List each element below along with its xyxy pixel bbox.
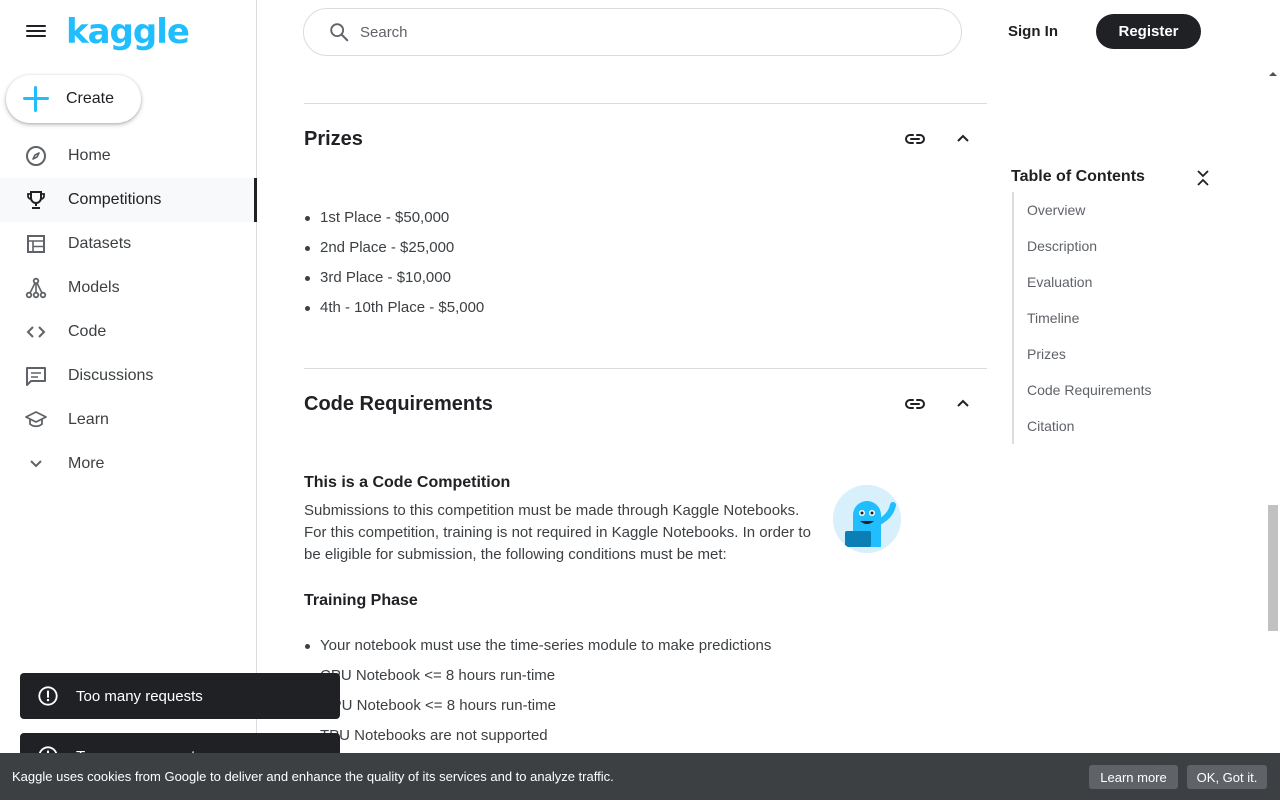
list-item: 1st Place - $50,000 [304, 203, 484, 233]
sidebar-item-more[interactable]: More [0, 442, 257, 486]
section-divider [304, 103, 987, 104]
list-item: Your notebook must use the time-series m… [304, 631, 771, 661]
toc-item-description[interactable]: Description [1014, 228, 1152, 264]
ok-got-it-button[interactable]: OK, Got it. [1187, 765, 1267, 789]
list-item: 3rd Place - $10,000 [304, 263, 484, 293]
list-item: GPU Notebook <= 8 hours run-time [304, 691, 771, 721]
sidebar-item-label: Discussions [68, 367, 154, 384]
training-requirements-list: Your notebook must use the time-series m… [304, 631, 771, 751]
chevron-up-icon[interactable] [951, 392, 975, 416]
sidebar-item-label: Datasets [68, 235, 132, 252]
search-icon [328, 21, 350, 43]
toc-item-prizes[interactable]: Prizes [1014, 336, 1152, 372]
code-requirements-section-title: Code Requirements [304, 393, 493, 415]
toc-item-code-requirements[interactable]: Code Requirements [1014, 372, 1152, 408]
sidebar-item-discussions[interactable]: Discussions [0, 354, 257, 398]
code-competition-heading: This is a Code Competition [304, 474, 511, 491]
cookie-banner: Kaggle uses cookies from Google to deliv… [0, 753, 1280, 800]
search-bar[interactable] [303, 8, 962, 56]
scroll-up-arrow-icon[interactable] [1268, 66, 1278, 76]
alert-icon [37, 685, 59, 707]
sidebar-item-code[interactable]: Code [0, 310, 257, 354]
sidebar-item-models[interactable]: Models [0, 266, 257, 310]
sidebar-item-datasets[interactable]: Datasets [0, 222, 257, 266]
list-item: 2nd Place - $25,000 [304, 233, 484, 263]
prizes-list: 1st Place - $50,000 2nd Place - $25,000 … [304, 203, 484, 323]
list-item: CPU Notebook <= 8 hours run-time [304, 661, 771, 691]
sidebar-item-label: Models [68, 279, 120, 296]
learn-more-button[interactable]: Learn more [1089, 765, 1178, 789]
error-toast: Too many requests [20, 673, 340, 719]
sidebar-item-label: Learn [68, 411, 109, 428]
create-button[interactable]: Create [6, 75, 141, 123]
plus-icon [22, 85, 50, 113]
search-input[interactable] [360, 23, 860, 41]
cookie-banner-text: Kaggle uses cookies from Google to deliv… [12, 769, 614, 784]
kaggle-logo[interactable]: kaggle [66, 12, 190, 52]
list-item: TPU Notebooks are not supported [304, 721, 771, 751]
create-button-label: Create [66, 90, 115, 107]
school-icon [24, 408, 48, 432]
sidebar-item-home[interactable]: Home [0, 134, 257, 178]
chevron-down-icon [24, 452, 48, 476]
collapse-icon[interactable] [1194, 168, 1212, 188]
discussion-icon [24, 364, 48, 388]
link-icon[interactable] [903, 392, 927, 416]
trophy-icon [24, 188, 48, 212]
toc-list: Overview Description Evaluation Timeline… [1012, 192, 1152, 444]
code-competition-paragraph: Submissions to this competition must be … [304, 502, 811, 563]
scrollbar-thumb[interactable] [1268, 505, 1278, 631]
sidebar-item-label: Code [68, 323, 107, 340]
section-divider [304, 368, 987, 369]
list-item: 4th - 10th Place - $5,000 [304, 293, 484, 323]
sidebar-item-label: More [68, 455, 105, 472]
code-icon [24, 320, 48, 344]
models-icon [24, 276, 48, 300]
toc-item-citation[interactable]: Citation [1014, 408, 1152, 444]
toc-item-evaluation[interactable]: Evaluation [1014, 264, 1152, 300]
table-icon [24, 232, 48, 256]
training-phase-heading: Training Phase [304, 592, 418, 609]
register-button[interactable]: Register [1096, 14, 1201, 49]
toast-text: Too many requests [76, 687, 203, 705]
sidebar-item-learn[interactable]: Learn [0, 398, 257, 442]
kaggle-mascot-image [833, 485, 901, 553]
compass-icon [24, 144, 48, 168]
sidebar-item-label: Competitions [68, 191, 162, 208]
sign-in-button[interactable]: Sign In [994, 14, 1072, 48]
toc-item-overview[interactable]: Overview [1014, 192, 1152, 228]
menu-icon[interactable] [24, 22, 48, 42]
sidebar-nav: Home Competitions Datasets Models Code D… [0, 134, 257, 486]
link-icon[interactable] [903, 127, 927, 151]
toc-item-timeline[interactable]: Timeline [1014, 300, 1152, 336]
sidebar-item-label: Home [68, 147, 111, 164]
scrollbar[interactable] [1266, 64, 1280, 753]
chevron-up-icon[interactable] [951, 127, 975, 151]
prizes-section-title: Prizes [304, 128, 363, 150]
sidebar-item-competitions[interactable]: Competitions [0, 178, 257, 222]
toc-title: Table of Contents [1011, 168, 1145, 185]
